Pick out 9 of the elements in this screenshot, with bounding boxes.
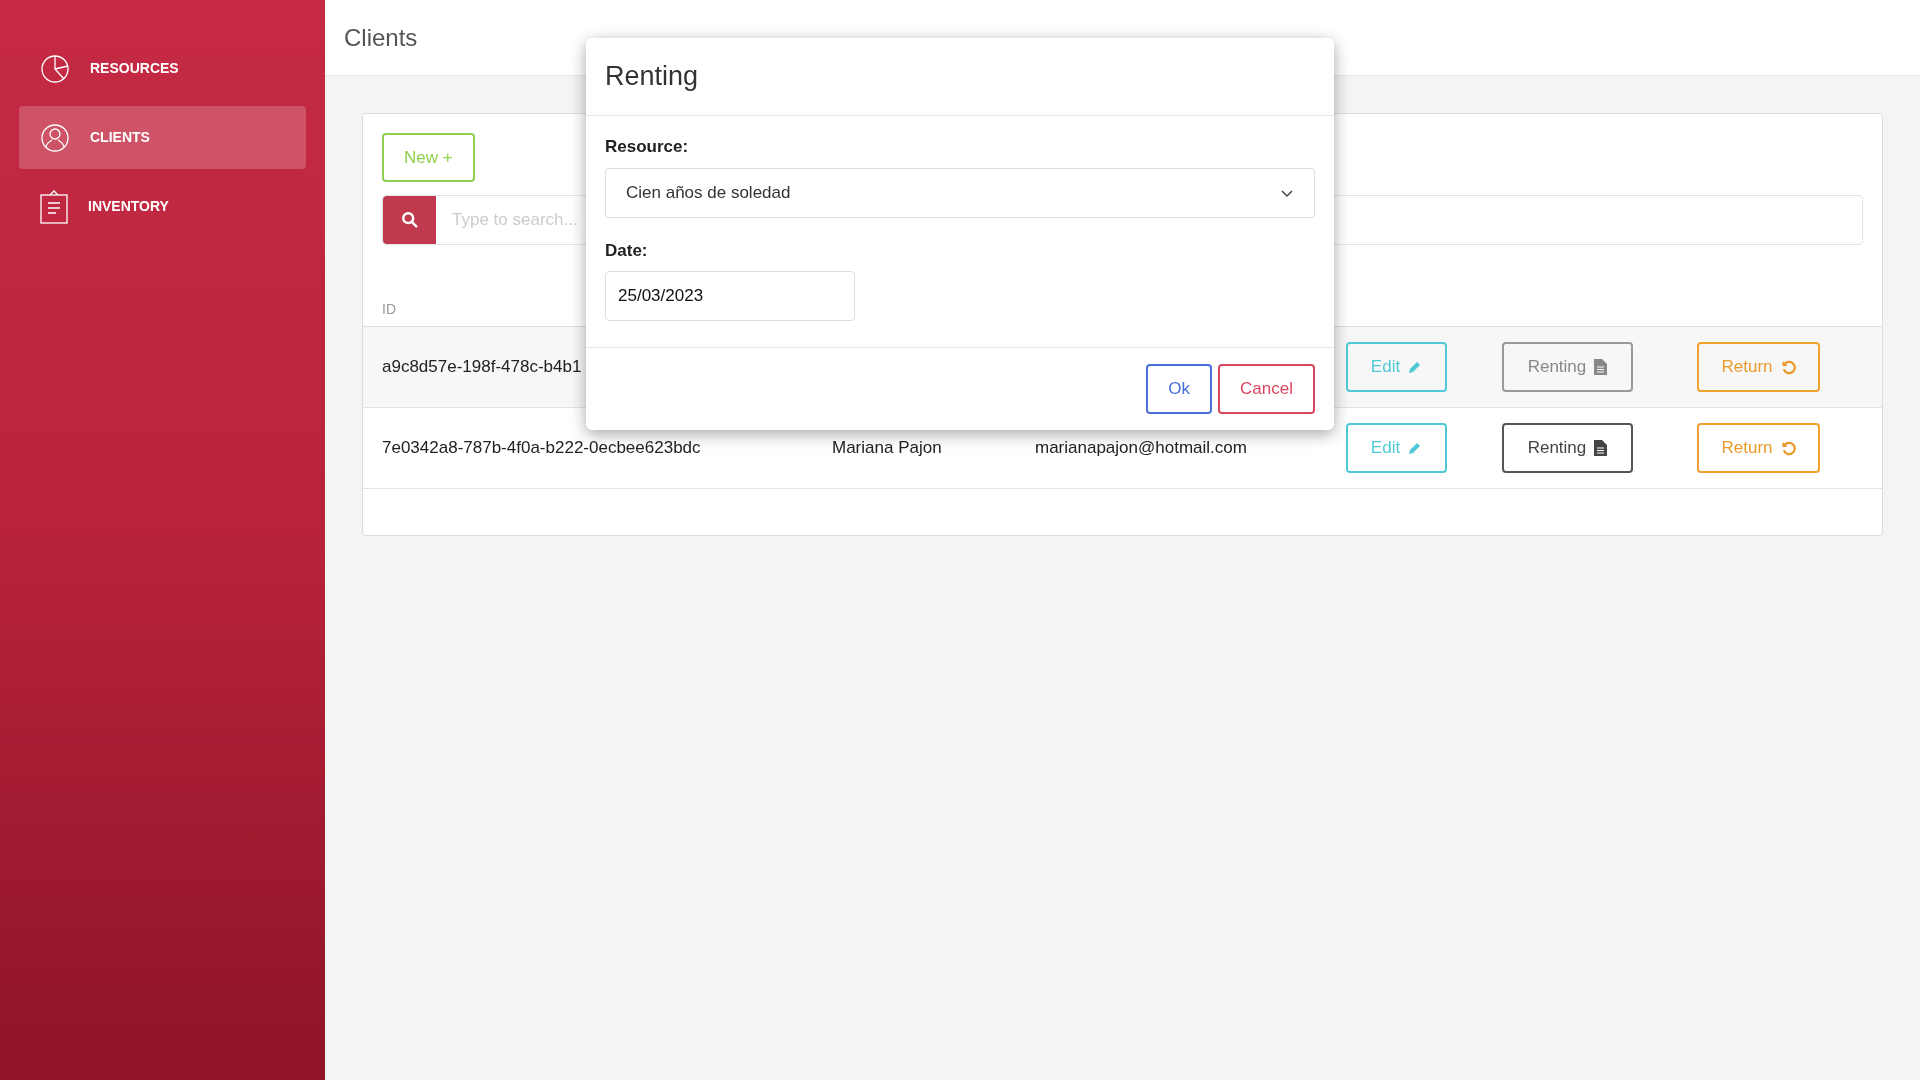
name-cell-text: Mariana Pajon [832,437,943,460]
dialog-title: Renting [605,60,699,94]
id-cell-text: a9c8d57e-198f-478c-b4b1 [382,356,583,379]
email-cell-text: marianapajon@hotmail.com [1035,437,1248,460]
page-title: Clients [344,22,418,53]
id-cell-text: 7e0342a8-787b-4f0a-b222-0ecbee623bdc [382,437,702,460]
field-label: Resource: [605,136,690,158]
field-label: Date: [605,239,649,262]
column-header: ID [382,300,396,319]
